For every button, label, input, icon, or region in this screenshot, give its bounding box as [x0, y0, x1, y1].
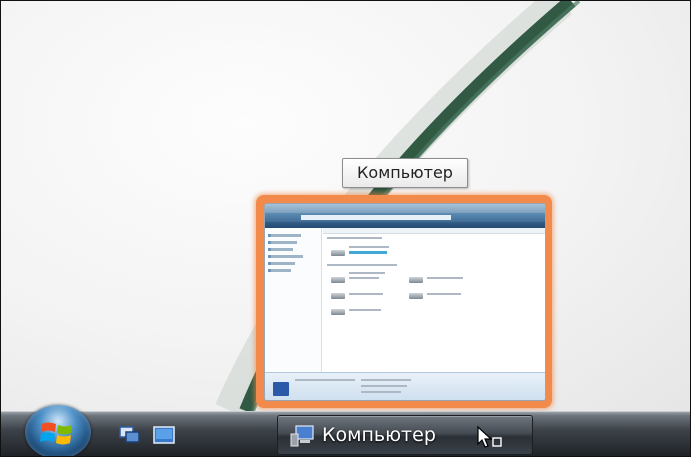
- mini-drive-label: [349, 309, 381, 311]
- mini-title-bar: [265, 204, 545, 213]
- mini-detail-line: [361, 379, 411, 381]
- mini-drive-label: [427, 277, 463, 279]
- mini-drive-icon: [409, 277, 423, 283]
- screen: Компьютер Компьютер: [0, 0, 691, 457]
- mini-nav-item: [271, 262, 295, 265]
- mini-detail-line: [361, 385, 407, 387]
- mini-drive-label: [349, 293, 383, 295]
- mini-drive-label: [349, 246, 389, 248]
- mini-nav-pane: [265, 228, 322, 373]
- mini-section-label: [327, 264, 397, 266]
- mini-drive-icon: [409, 293, 423, 299]
- mini-address-box: [301, 215, 451, 220]
- window-preview[interactable]: [256, 195, 552, 408]
- mouse-cursor-icon: [477, 425, 502, 448]
- mini-detail-line: [361, 391, 401, 393]
- switch-windows-icon[interactable]: [119, 426, 141, 444]
- mini-nav-item: [271, 234, 301, 237]
- taskbar-button-label: Компьютер: [322, 424, 436, 446]
- computer-icon: [290, 425, 314, 447]
- mini-drive-bar: [349, 251, 387, 254]
- taskbar-tooltip: Компьютер: [342, 158, 468, 188]
- windows-flag-icon: [40, 422, 72, 445]
- mini-computer-icon: [273, 382, 289, 396]
- mini-details-pane: [265, 372, 545, 400]
- mini-drive-icon: [331, 309, 345, 315]
- mini-drive-icon: [331, 277, 345, 283]
- show-desktop-icon[interactable]: [153, 426, 175, 444]
- mini-drive-icon: [331, 250, 345, 256]
- mini-detail-line: [295, 379, 355, 381]
- mini-nav-item: [271, 241, 297, 244]
- mini-drive-icon: [331, 293, 345, 299]
- window-thumbnail[interactable]: [264, 203, 546, 401]
- mini-drive-label: [427, 293, 461, 295]
- mini-drive-label: [349, 277, 379, 279]
- mini-nav-item: [271, 255, 303, 258]
- mini-nav-item: [271, 269, 291, 272]
- mini-column-header: [323, 228, 545, 234]
- mini-drive-label: [349, 272, 385, 274]
- mini-section-label: [327, 237, 382, 239]
- mini-nav-item: [271, 248, 293, 251]
